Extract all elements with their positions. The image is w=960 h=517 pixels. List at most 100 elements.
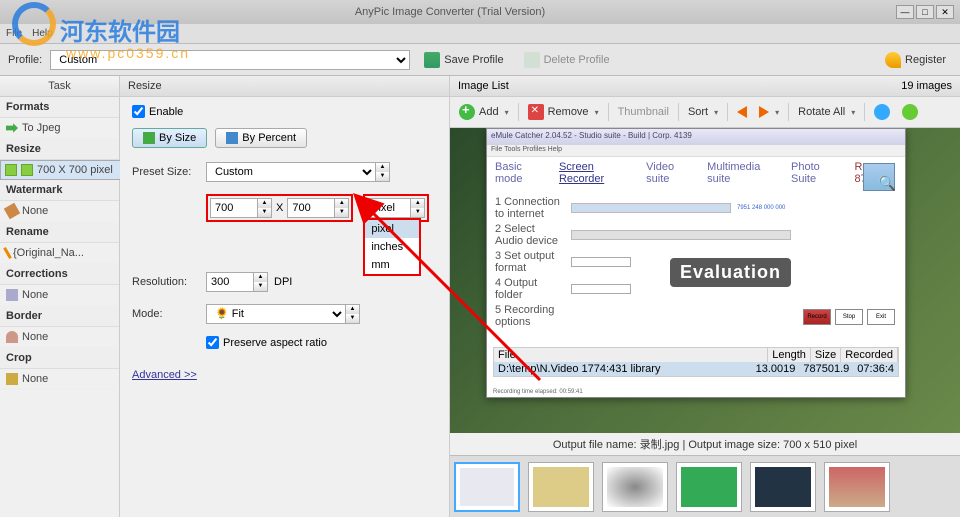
minimize-button[interactable]: —	[896, 5, 914, 19]
save-profile-button[interactable]: Save Profile	[418, 50, 509, 70]
remove-button[interactable]: Remove	[523, 101, 604, 123]
pen-icon	[3, 247, 12, 259]
key-icon	[885, 52, 901, 68]
sidebar-sec-formats[interactable]: Formats	[0, 97, 119, 118]
resize-panel: Resize Enable By Size By Percent Preset …	[120, 76, 450, 517]
enable-checkbox[interactable]	[132, 105, 145, 118]
app-title: AnyPic Image Converter (Trial Version)	[6, 6, 894, 18]
x-icon	[528, 104, 544, 120]
menu-help[interactable]: Help	[32, 28, 53, 39]
sidebar-sec-watermark[interactable]: Watermark	[0, 180, 119, 201]
sidebar-sec-border[interactable]: Border	[0, 306, 119, 327]
width-input[interactable]	[210, 198, 258, 218]
preset-spinner[interactable]: ▲▼	[376, 162, 390, 182]
sidebar-item-border[interactable]: None	[0, 327, 119, 348]
delete-icon	[524, 52, 540, 68]
enable-label: Enable	[149, 106, 183, 118]
register-button[interactable]: Register	[879, 50, 952, 70]
rotate-button[interactable]: Rotate All	[793, 103, 860, 121]
imagelist-toolbar: Add Remove Thumbnail Sort Rotate All	[450, 97, 960, 128]
unit-opt-inches[interactable]: inches	[365, 238, 419, 256]
prev-button[interactable]	[732, 103, 752, 121]
unit-spinner[interactable]: ▲▼	[411, 198, 425, 218]
size-inputs-highlight: ▲▼ X ▲▼	[206, 194, 353, 222]
imagelist-head: Image List	[458, 80, 509, 92]
arrow-icon	[6, 122, 18, 134]
by-percent-button[interactable]: By Percent	[215, 128, 307, 148]
resize-icon	[143, 132, 155, 144]
arrow-right-icon	[759, 106, 769, 118]
preset-label: Preset Size:	[132, 166, 200, 178]
menu-file[interactable]: File	[6, 28, 22, 39]
thumb-5[interactable]	[750, 462, 816, 512]
resolution-spinner[interactable]: ▲▼	[254, 272, 268, 292]
sidebar-sec-resize[interactable]: Resize	[0, 139, 119, 160]
maximize-button[interactable]: □	[916, 5, 934, 19]
add-button[interactable]: Add	[454, 101, 514, 123]
brush-icon	[4, 203, 20, 219]
thumb-2[interactable]	[528, 462, 594, 512]
sort-button[interactable]: Sort	[683, 103, 723, 121]
enable-checkbox-row: Enable	[132, 105, 437, 118]
sidebar-head: Task	[0, 76, 119, 97]
imagelist-count: 19 images	[901, 80, 952, 92]
next-button[interactable]	[754, 103, 784, 121]
sidebar: Task Formats To Jpeg Resize 700 X 700 pi…	[0, 76, 120, 517]
thumb-6[interactable]	[824, 462, 890, 512]
plus-icon	[459, 104, 475, 120]
sidebar-sec-crop[interactable]: Crop	[0, 348, 119, 369]
sidebar-item-corrections[interactable]: None	[0, 285, 119, 306]
preview-tabs: Basic mode Screen Recorder Video suite M…	[487, 157, 905, 189]
sidebar-item-rename[interactable]: {Original_Na...	[0, 243, 119, 264]
mode-spinner[interactable]: ▲▼	[346, 304, 360, 324]
menubar: File Help	[0, 24, 960, 44]
crop-icon	[6, 373, 18, 385]
thumbnail-button[interactable]: Thumbnail	[613, 103, 674, 121]
redo-button[interactable]	[897, 101, 923, 123]
thumbnail-strip	[450, 455, 960, 517]
sidebar-item-watermark[interactable]: None	[0, 201, 119, 222]
unit-highlight: ▲▼ pixel inches mm	[363, 194, 429, 222]
evaluation-badge: Evaluation	[670, 258, 791, 287]
search-icon	[863, 163, 895, 191]
mode-select[interactable]: 🌻 Fit	[206, 304, 346, 324]
sidebar-item-crop[interactable]: None	[0, 369, 119, 390]
titlebar: AnyPic Image Converter (Trial Version) —…	[0, 0, 960, 24]
unit-opt-mm[interactable]: mm	[365, 256, 419, 274]
image-list-panel: Image List 19 images Add Remove Thumbnai…	[450, 76, 960, 517]
unit-select[interactable]	[367, 198, 411, 218]
thumb-4[interactable]	[676, 462, 742, 512]
preset-select[interactable]: Custom	[206, 162, 376, 182]
sidebar-sec-corrections[interactable]: Corrections	[0, 264, 119, 285]
mode-label: Mode:	[132, 308, 200, 320]
x-label: X	[276, 202, 283, 214]
resize-icon	[5, 164, 17, 176]
resize-icon	[21, 164, 33, 176]
preview-titlebar: eMule Catcher 2.04.52 - Studio suite - B…	[487, 129, 905, 145]
undo-button[interactable]	[869, 101, 895, 123]
unit-dropdown: pixel inches mm	[363, 218, 421, 276]
close-button[interactable]: ✕	[936, 5, 954, 19]
preserve-label: Preserve aspect ratio	[223, 337, 327, 349]
preserve-checkbox[interactable]	[206, 336, 219, 349]
redo-icon	[902, 104, 918, 120]
thumb-3[interactable]	[602, 462, 668, 512]
preview-menu: File Tools Profiles Help	[487, 145, 905, 157]
sidebar-item-tojpeg[interactable]: To Jpeg	[0, 118, 119, 139]
advanced-link[interactable]: Advanced >>	[132, 369, 197, 381]
profile-bar: Profile: Custom Save Profile Delete Prof…	[0, 44, 960, 76]
unit-opt-pixel[interactable]: pixel	[365, 220, 419, 238]
border-icon	[6, 331, 18, 343]
sidebar-sec-rename[interactable]: Rename	[0, 222, 119, 243]
output-info: Output file name: 录制.jpg | Output image …	[450, 433, 960, 455]
thumb-1[interactable]	[454, 462, 520, 512]
delete-profile-button[interactable]: Delete Profile	[518, 50, 616, 70]
height-spinner[interactable]: ▲▼	[335, 198, 349, 218]
resolution-input[interactable]	[206, 272, 254, 292]
height-input[interactable]	[287, 198, 335, 218]
profile-select[interactable]: Custom	[50, 50, 410, 70]
width-spinner[interactable]: ▲▼	[258, 198, 272, 218]
by-size-button[interactable]: By Size	[132, 128, 207, 148]
resolution-label: Resolution:	[132, 276, 200, 288]
dpi-label: DPI	[274, 276, 292, 288]
